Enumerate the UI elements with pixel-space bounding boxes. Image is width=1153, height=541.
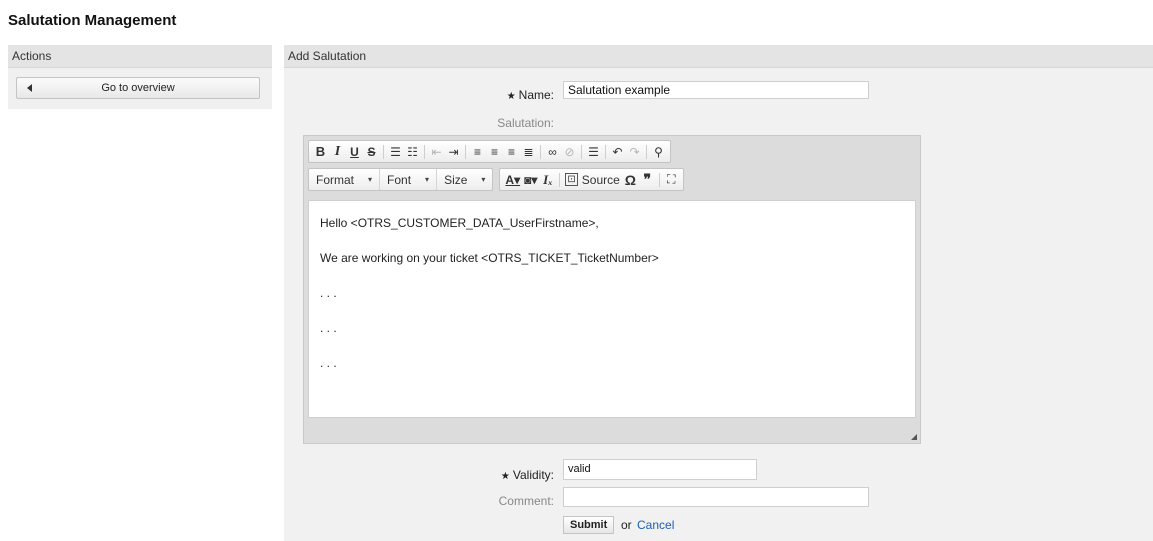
source-icon: ⊡ [565, 173, 578, 186]
content-line: . . . [320, 321, 337, 335]
outdent-icon[interactable]: ⇤ [428, 142, 445, 161]
toolbar-separator [540, 144, 541, 159]
blockquote-icon[interactable]: ❞ [639, 170, 656, 189]
required-star-icon: ★ [506, 91, 516, 102]
content-line: Hello <OTRS_CUSTOMER_DATA_UserFirstname>… [320, 216, 599, 230]
salutation-label: Salutation: [497, 116, 554, 130]
align-right-icon[interactable]: ≡ [503, 142, 520, 161]
indent-icon[interactable]: ⇥ [445, 142, 462, 161]
toolbar-separator [383, 144, 384, 159]
toolbar-separator [646, 144, 647, 159]
resize-handle-icon[interactable] [911, 434, 917, 440]
source-button[interactable]: ⊡ Source [563, 170, 621, 189]
comment-input[interactable] [563, 487, 869, 507]
add-salutation-panel: Add Salutation ★Name: Salutation: B I U … [284, 45, 1153, 541]
editor-content[interactable]: Hello <OTRS_CUSTOMER_DATA_UserFirstname>… [308, 200, 916, 418]
required-star-icon: ★ [500, 471, 510, 482]
name-label: ★ Name: [506, 88, 554, 102]
editor-toolbar-row2: Format ▾ Font ▾ Size ▾ A▾ ◙▾ Iₓ ⊡ Source… [308, 168, 684, 191]
actions-sidebar: Actions Go to overview [8, 45, 272, 109]
validity-select[interactable]: valid [563, 459, 757, 480]
italic-icon[interactable]: I [329, 142, 346, 161]
link-icon[interactable]: ∞ [544, 142, 561, 161]
add-salutation-header: Add Salutation [284, 45, 1153, 68]
toolbar-separator [559, 172, 561, 187]
background-color-icon[interactable]: ◙▾ [522, 170, 539, 189]
content-line: We are working on your ticket <OTRS_TICK… [320, 251, 659, 265]
go-to-overview-button[interactable]: Go to overview [16, 77, 260, 99]
remove-format-icon[interactable]: Iₓ [539, 170, 556, 189]
tools-group: A▾ ◙▾ Iₓ ⊡ Source Ω ❞ ⛶ [499, 168, 684, 191]
editor-toolbar-row1: B I U S ☰ ☷ ⇤ ⇥ ≡ ≡ ≡ ≣ ∞ ⊘ ☰ ↶ ↷ ⚲ [308, 140, 671, 163]
strikethrough-icon[interactable]: S [363, 142, 380, 161]
cancel-link[interactable]: Cancel [637, 518, 674, 532]
numbered-list-icon[interactable]: ☰ [387, 142, 404, 161]
unlink-icon[interactable]: ⊘ [561, 142, 578, 161]
validity-label: ★ Validity: [500, 468, 554, 482]
maximize-icon[interactable]: ⛶ [663, 170, 680, 189]
go-to-overview-label: Go to overview [101, 82, 175, 94]
chevron-down-icon: ▾ [425, 175, 430, 184]
chevron-down-icon: ▾ [481, 175, 486, 184]
format-dropdown[interactable]: Format ▾ [309, 169, 381, 190]
underline-icon[interactable]: U [346, 142, 363, 161]
find-icon[interactable]: ⚲ [650, 142, 667, 161]
page-title: Salutation Management [8, 12, 177, 29]
bold-icon[interactable]: B [312, 142, 329, 161]
size-label: Size [444, 172, 468, 187]
toolbar-separator [424, 144, 425, 159]
size-dropdown[interactable]: Size ▾ [437, 169, 492, 190]
actions-header: Actions [8, 45, 272, 68]
text-color-icon[interactable]: A▾ [503, 170, 522, 189]
undo-icon[interactable]: ↶ [609, 142, 626, 161]
align-center-icon[interactable]: ≡ [486, 142, 503, 161]
font-label: Font [387, 172, 412, 187]
chevron-down-icon: ▾ [368, 175, 373, 184]
justify-icon[interactable]: ≣ [520, 142, 537, 161]
toolbar-separator [581, 144, 582, 159]
horizontal-rule-icon[interactable]: ☰ [585, 142, 602, 161]
align-left-icon[interactable]: ≡ [469, 142, 486, 161]
content-line: . . . [320, 356, 337, 370]
toolbar-separator [605, 144, 606, 159]
font-dropdown[interactable]: Font ▾ [380, 169, 438, 190]
bulleted-list-icon[interactable]: ☷ [404, 142, 421, 161]
salutation-editor: B I U S ☰ ☷ ⇤ ⇥ ≡ ≡ ≡ ≣ ∞ ⊘ ☰ ↶ ↷ ⚲ Form… [303, 135, 921, 444]
redo-icon[interactable]: ↷ [626, 142, 643, 161]
source-label: Source [581, 172, 620, 187]
comment-label: Comment: [498, 494, 554, 508]
toolbar-separator [465, 144, 466, 159]
basic-styles-group: B I U S ☰ ☷ ⇤ ⇥ ≡ ≡ ≡ ≣ ∞ ⊘ ☰ ↶ ↷ ⚲ [308, 140, 671, 163]
format-combo-group: Format ▾ Font ▾ Size ▾ [308, 168, 494, 191]
name-input[interactable] [563, 81, 869, 99]
submit-button[interactable]: Submit [563, 516, 615, 534]
special-char-icon[interactable]: Ω [622, 170, 639, 189]
format-label: Format [316, 172, 355, 187]
content-line: . . . [320, 286, 337, 300]
toolbar-separator [658, 172, 660, 187]
or-text: or [621, 518, 632, 532]
validity-value: valid [568, 463, 591, 475]
